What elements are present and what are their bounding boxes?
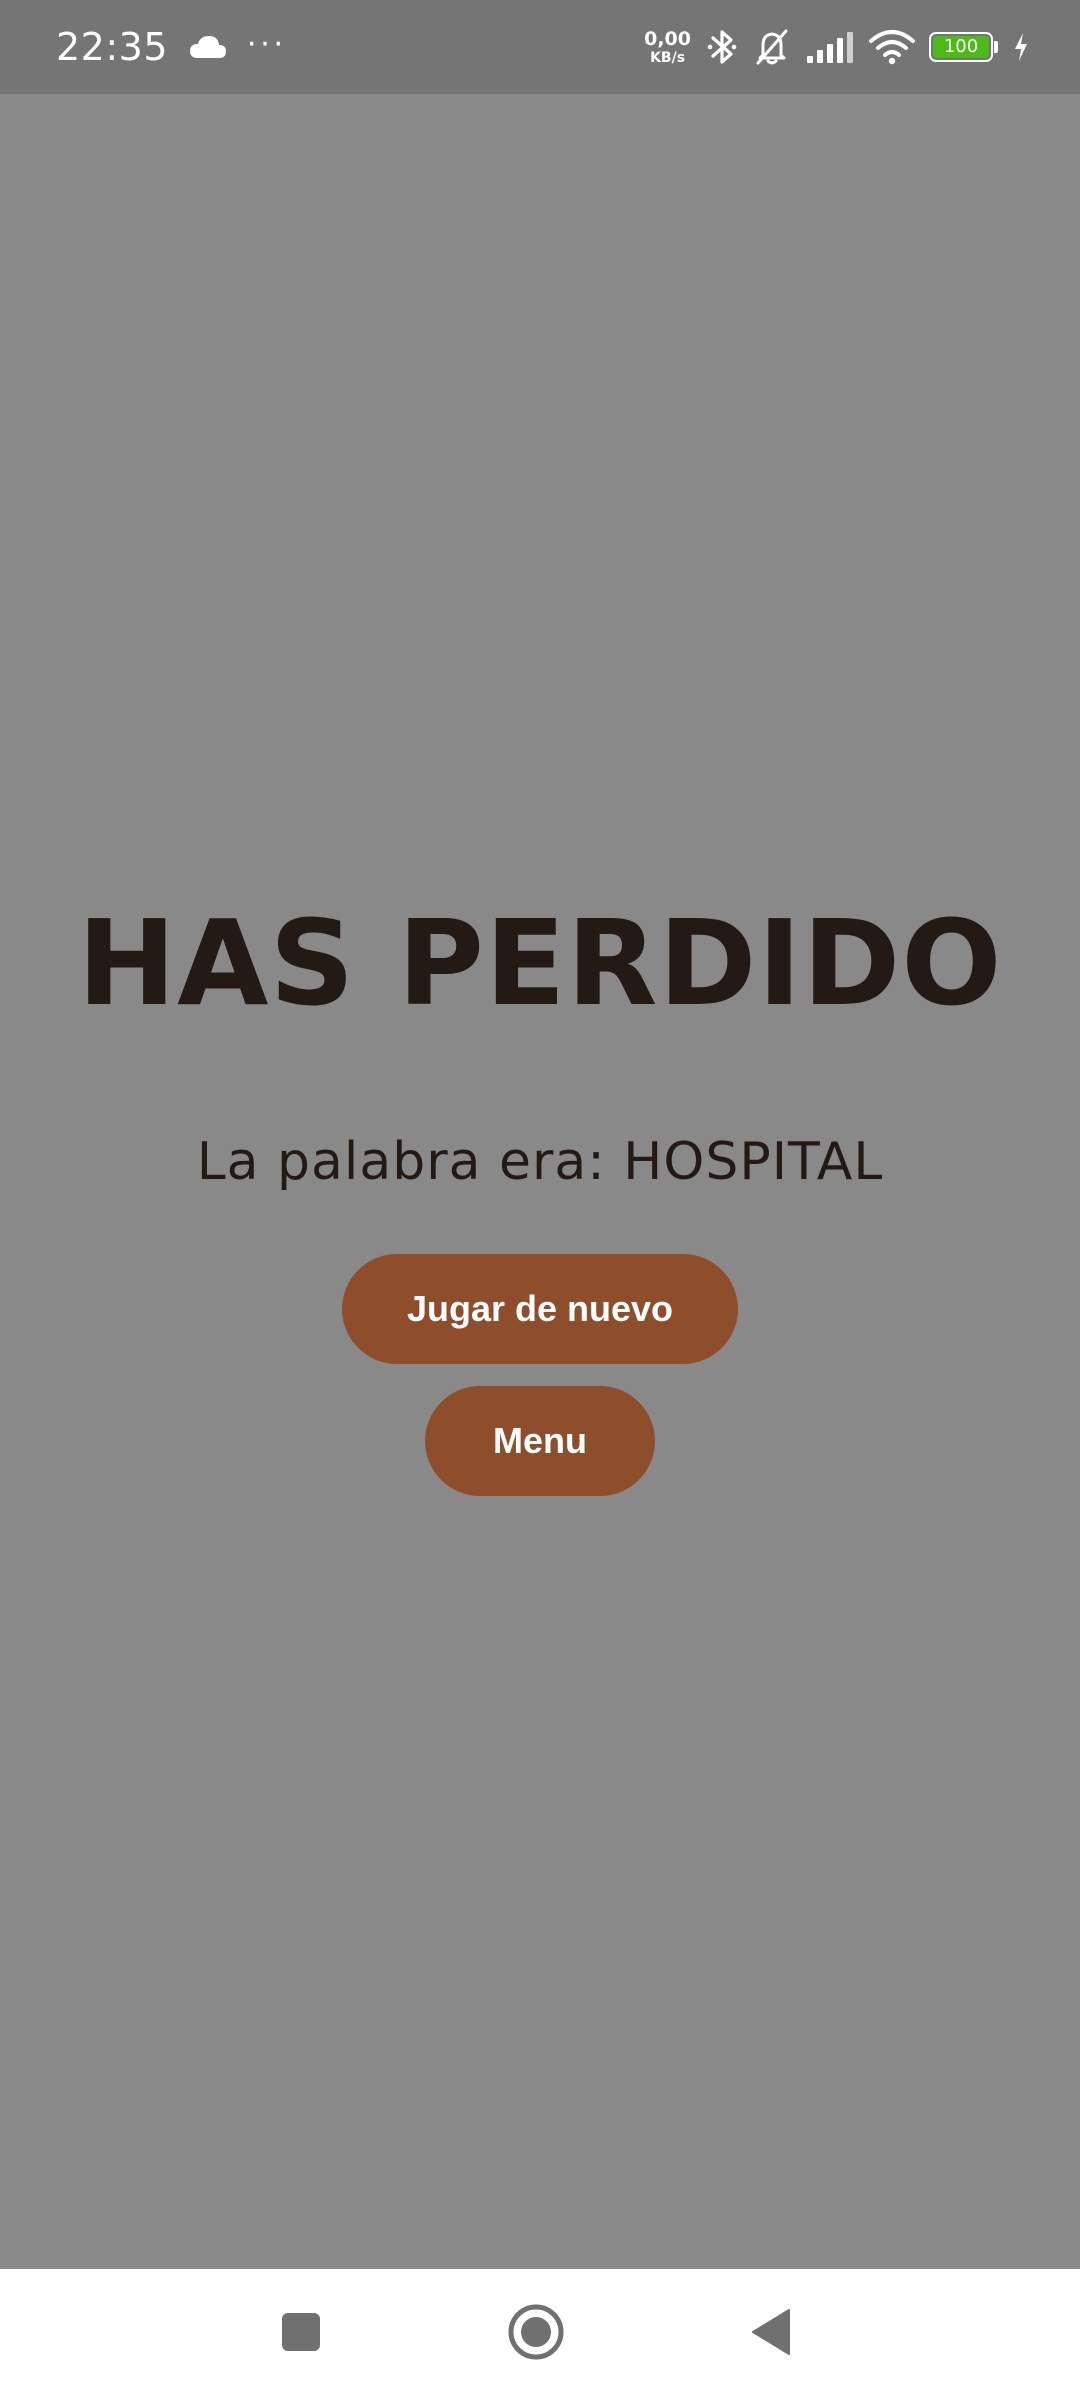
- wifi-icon: [869, 29, 915, 65]
- game-over-title: HAS PERDIDO: [77, 894, 1003, 1032]
- signal-icon: [805, 30, 855, 64]
- status-bar: 22:35 ··· 0,00 KB/s 100: [0, 0, 1080, 94]
- network-speed: 0,00 KB/s: [644, 27, 691, 66]
- network-speed-value: 0,00: [644, 27, 691, 50]
- more-notifications-indicator: ···: [246, 23, 286, 61]
- back-button[interactable]: [711, 2269, 831, 2400]
- back-icon: [749, 2307, 793, 2362]
- battery-level: 100: [933, 36, 989, 58]
- network-speed-unit: KB/s: [650, 49, 686, 66]
- bluetooth-icon: [705, 27, 739, 67]
- play-again-button[interactable]: Jugar de nuevo: [342, 1254, 738, 1364]
- recents-button[interactable]: [241, 2269, 361, 2400]
- bell-off-icon: [753, 27, 791, 67]
- hidden-word-message: La palabra era: HOSPITAL: [196, 1132, 884, 1192]
- recents-icon: [279, 2310, 323, 2359]
- navigation-bar: [0, 2269, 1080, 2400]
- home-button[interactable]: [476, 2269, 596, 2400]
- menu-button[interactable]: Menu: [425, 1386, 655, 1496]
- cloud-icon: [188, 32, 228, 62]
- battery-icon: 100: [929, 32, 998, 62]
- charging-icon: [1012, 31, 1030, 63]
- game-over-screen: HAS PERDIDO La palabra era: HOSPITAL Jug…: [0, 94, 1080, 2269]
- status-time: 22:35: [56, 25, 169, 69]
- home-icon: [507, 2303, 565, 2366]
